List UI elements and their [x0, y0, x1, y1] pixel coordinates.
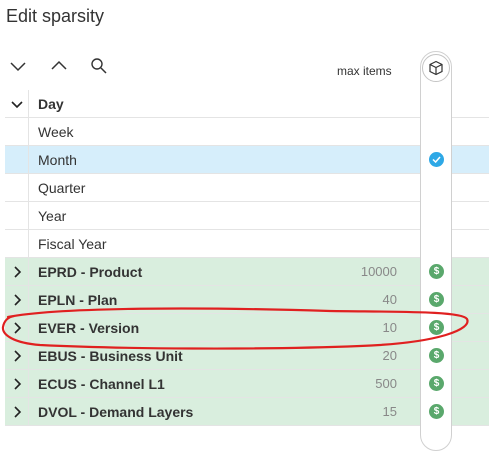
row-indent: [5, 118, 29, 146]
chevron-right-icon: [13, 350, 21, 362]
expand-row-button[interactable]: [5, 314, 29, 342]
dollar-icon[interactable]: $: [429, 320, 444, 335]
checkmark-icon[interactable]: [429, 152, 444, 167]
column-pill: [420, 51, 452, 451]
max-items-value: 10: [382, 320, 397, 335]
list-item[interactable]: DVOL - Demand Layers 15 $: [5, 398, 489, 426]
row-label: Year: [38, 207, 67, 224]
row-indent: [5, 202, 29, 230]
row-label: Week: [38, 123, 74, 140]
max-items-header: max items: [337, 64, 392, 78]
row-label: EPRD - Product: [38, 263, 143, 280]
expand-row-button[interactable]: [5, 286, 29, 314]
row-indent: [5, 174, 29, 202]
row-label: Fiscal Year: [38, 235, 107, 252]
expand-all-button[interactable]: [47, 54, 71, 78]
chevron-right-icon: [13, 266, 21, 278]
dollar-icon[interactable]: $: [429, 376, 444, 391]
list-item[interactable]: Year: [5, 202, 489, 230]
max-items-value: 10000: [360, 264, 397, 279]
list-item[interactable]: EPLN - Plan 40 $: [5, 286, 489, 314]
row-indent: [5, 230, 29, 258]
chevron-right-icon: [13, 406, 21, 418]
max-items-value: 20: [382, 348, 397, 363]
chevron-right-icon: [13, 322, 21, 334]
collapse-all-button[interactable]: [6, 54, 30, 78]
cube-icon: [429, 60, 443, 76]
max-items-value: 40: [382, 292, 397, 307]
list-item[interactable]: EPRD - Product 10000 $: [5, 258, 489, 286]
expand-row-button[interactable]: [5, 342, 29, 370]
dollar-icon[interactable]: $: [429, 404, 444, 419]
chevron-up-icon: [51, 60, 67, 70]
row-label: Quarter: [38, 179, 86, 196]
chevron-down-icon: [10, 101, 23, 109]
dollar-icon[interactable]: $: [429, 264, 444, 279]
list-item[interactable]: Quarter: [5, 174, 489, 202]
expand-row-button[interactable]: [5, 370, 29, 398]
dialog-title: Edit sparsity: [6, 6, 105, 26]
row-label: EPLN - Plan: [38, 291, 118, 308]
row-label: Month: [38, 151, 77, 168]
expand-row-button[interactable]: [5, 398, 29, 426]
row-label: EVER - Version: [38, 319, 140, 336]
list-item[interactable]: Day: [5, 90, 489, 118]
column-toggle-button[interactable]: [422, 54, 450, 82]
search-button[interactable]: [87, 54, 111, 78]
row-label: DVOL - Demand Layers: [38, 403, 194, 420]
chevron-right-icon: [13, 378, 21, 390]
list-item[interactable]: EVER - Version 10 $: [5, 314, 489, 342]
dollar-icon[interactable]: $: [429, 348, 444, 363]
row-label: EBUS - Business Unit: [38, 347, 183, 364]
max-items-value: 15: [382, 404, 397, 419]
list-item[interactable]: Month: [5, 146, 489, 174]
expand-row-button[interactable]: [5, 258, 29, 286]
list-item[interactable]: Week: [5, 118, 489, 146]
list-item[interactable]: Fiscal Year: [5, 230, 489, 258]
dimension-list: Day Week Month Quarter Year Fiscal Year EPRD -…: [5, 90, 489, 426]
row-indent: [5, 146, 29, 174]
max-items-value: 500: [375, 376, 397, 391]
list-item[interactable]: ECUS - Channel L1 500 $: [5, 370, 489, 398]
collapse-row-button[interactable]: [5, 90, 29, 118]
dollar-icon[interactable]: $: [429, 292, 444, 307]
list-item[interactable]: EBUS - Business Unit 20 $: [5, 342, 489, 370]
chevron-right-icon: [13, 294, 21, 306]
row-label: ECUS - Channel L1: [38, 375, 165, 392]
chevron-down-icon: [10, 62, 26, 72]
search-icon: [91, 58, 107, 74]
row-label: Day: [38, 95, 64, 112]
